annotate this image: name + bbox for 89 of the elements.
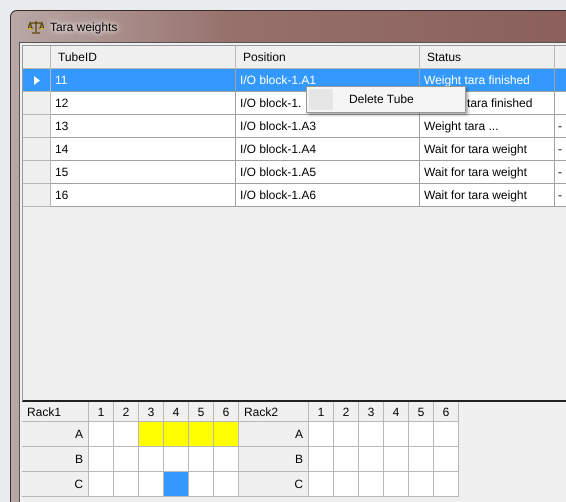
rack-well[interactable] xyxy=(309,422,334,447)
column-number: 2 xyxy=(114,402,139,422)
table-cell: Wait for tara weight xyxy=(420,161,555,184)
rack-well[interactable] xyxy=(434,422,459,447)
column-header[interactable]: Position xyxy=(236,46,420,69)
rack-well[interactable] xyxy=(164,447,189,472)
rack-well[interactable] xyxy=(164,422,189,447)
table-cell: - xyxy=(555,138,566,161)
window-title: Tara weights xyxy=(50,20,118,34)
row-header[interactable] xyxy=(23,69,51,92)
rack-well[interactable] xyxy=(409,447,434,472)
table-cell: - xyxy=(555,115,566,138)
table-cell: I/O block-1.A4 xyxy=(236,138,420,161)
rack-well[interactable] xyxy=(164,472,189,497)
row-header[interactable] xyxy=(23,184,51,207)
rack-well[interactable] xyxy=(409,472,434,497)
table-cell: 16 xyxy=(51,184,236,207)
rack-well[interactable] xyxy=(189,447,214,472)
rack-well[interactable] xyxy=(189,472,214,497)
rack-well[interactable] xyxy=(114,422,139,447)
table-cell: Weight tara ... xyxy=(420,115,555,138)
table-cell: Wait for tara weight xyxy=(420,138,555,161)
row-label: C xyxy=(22,472,89,497)
rack-well[interactable] xyxy=(359,472,384,497)
rack-well[interactable] xyxy=(139,422,164,447)
row-label: C xyxy=(239,472,309,497)
rack-well[interactable] xyxy=(139,447,164,472)
rack-well[interactable] xyxy=(214,447,239,472)
rack-well[interactable] xyxy=(359,447,384,472)
rack-well[interactable] xyxy=(384,422,409,447)
rack-well[interactable] xyxy=(309,472,334,497)
column-number: 5 xyxy=(409,402,434,422)
table-cell: 15 xyxy=(51,161,236,184)
column-number: 4 xyxy=(384,402,409,422)
column-number: 1 xyxy=(309,402,334,422)
rack-well[interactable] xyxy=(114,447,139,472)
row-label: B xyxy=(22,447,89,472)
column-header[interactable]: TubeID xyxy=(51,46,236,69)
row-label: A xyxy=(22,422,89,447)
row-pointer-icon xyxy=(34,76,40,84)
row-header[interactable] xyxy=(23,92,51,115)
rack-well[interactable] xyxy=(89,422,114,447)
rack-well[interactable] xyxy=(359,422,384,447)
table-cell: I/O block-1.A5 xyxy=(236,161,420,184)
table-cell: I/O block-1.A6 xyxy=(236,184,420,207)
table-cell: 12 xyxy=(51,92,236,115)
rack-name: Rack1 xyxy=(22,402,89,422)
table-cell xyxy=(555,69,566,92)
rack-well[interactable] xyxy=(384,447,409,472)
column-header[interactable]: Status xyxy=(420,46,555,69)
rack-well[interactable] xyxy=(334,422,359,447)
rack-well[interactable] xyxy=(214,422,239,447)
rack-well[interactable] xyxy=(334,447,359,472)
table-cell: I/O block-1.A3 xyxy=(236,115,420,138)
rack-well[interactable] xyxy=(214,472,239,497)
table-cell: 11 xyxy=(51,69,236,92)
table-cell: - xyxy=(555,161,566,184)
row-header[interactable] xyxy=(23,115,51,138)
table-cell: - xyxy=(555,184,566,207)
column-number: 1 xyxy=(89,402,114,422)
rack-well[interactable] xyxy=(114,472,139,497)
column-number: 6 xyxy=(214,402,239,422)
row-label: A xyxy=(239,422,309,447)
row-label: B xyxy=(239,447,309,472)
rack-well[interactable] xyxy=(309,447,334,472)
column-number: 5 xyxy=(189,402,214,422)
table-cell xyxy=(555,92,566,115)
rack-name: Rack2 xyxy=(239,402,309,422)
rack-well[interactable] xyxy=(434,447,459,472)
rack-well[interactable] xyxy=(139,472,164,497)
table-cell: 13 xyxy=(51,115,236,138)
table-cell: Wait for tara weight xyxy=(420,184,555,207)
table-cell: 14 xyxy=(51,138,236,161)
table-cell: Weight tara finished xyxy=(420,69,555,92)
rack-well[interactable] xyxy=(89,472,114,497)
rack-well[interactable] xyxy=(334,472,359,497)
column-number: 6 xyxy=(434,402,459,422)
rack-well[interactable] xyxy=(409,422,434,447)
rack-well[interactable] xyxy=(384,472,409,497)
column-number: 4 xyxy=(164,402,189,422)
rack-well[interactable] xyxy=(189,422,214,447)
rack-well[interactable] xyxy=(89,447,114,472)
column-number: 3 xyxy=(139,402,164,422)
scale-icon xyxy=(28,20,44,34)
row-header[interactable] xyxy=(23,161,51,184)
column-number: 2 xyxy=(334,402,359,422)
rack-well[interactable] xyxy=(434,472,459,497)
row-header[interactable] xyxy=(23,138,51,161)
column-number: 3 xyxy=(359,402,384,422)
